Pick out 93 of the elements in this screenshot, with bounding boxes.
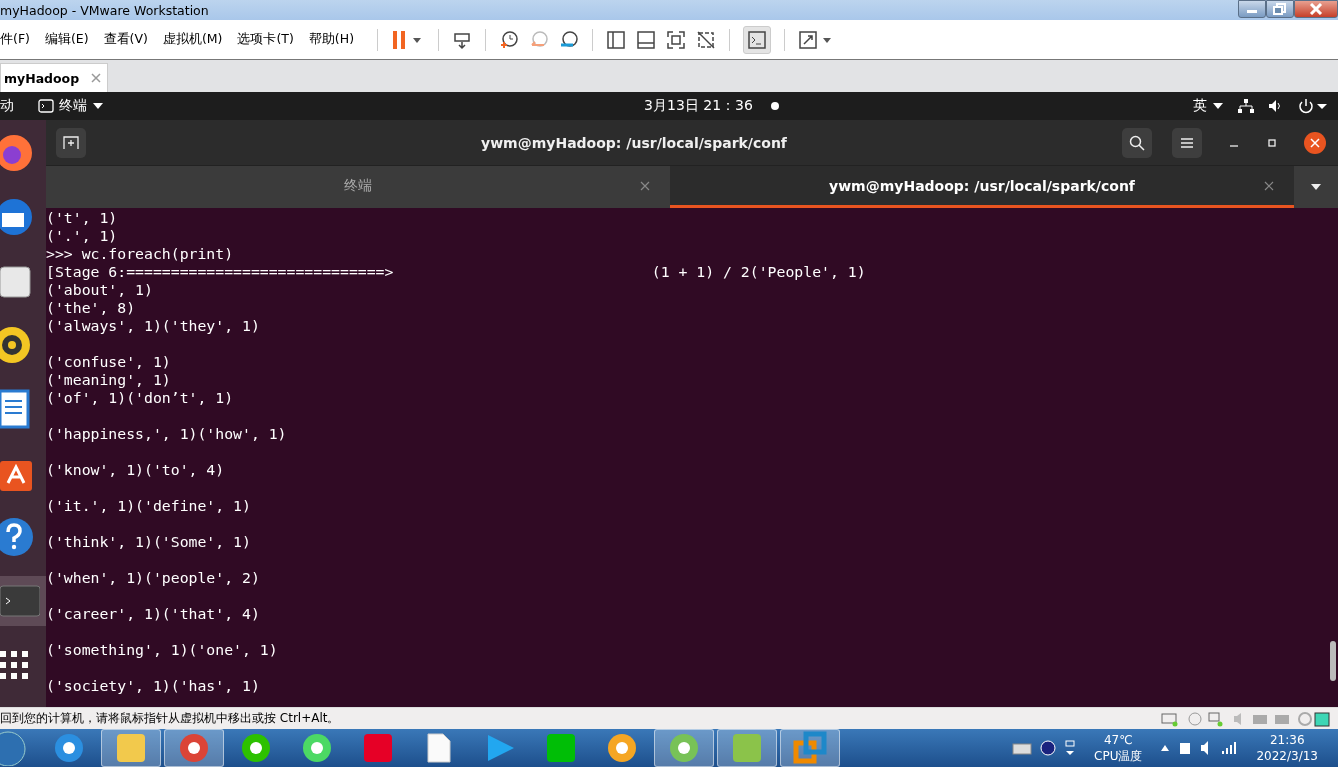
terminal-line: ('always', 1)('they', 1) xyxy=(46,317,261,336)
power-icon[interactable] xyxy=(1298,98,1328,114)
terminal-line: ('think', 1)('Some', 1) xyxy=(46,533,252,552)
search-button[interactable] xyxy=(1122,127,1152,158)
taskbar-app[interactable] xyxy=(164,729,224,767)
search-icon xyxy=(1129,134,1145,151)
app-grid-icon xyxy=(0,651,28,679)
maximize-icon[interactable] xyxy=(1266,136,1278,149)
app-menu[interactable]: 终端 xyxy=(38,97,104,115)
overlapping-squares-icon xyxy=(793,731,827,765)
snapshot-manager-icon[interactable] xyxy=(559,29,579,50)
terminal-line: [Stage 6:=============================> (1 + 1) / 2('People', 1) xyxy=(46,263,867,281)
clock[interactable]: 3月13日 21：36 xyxy=(644,97,753,115)
tab-label: ywm@myHadoop: /usr/local/spark/conf xyxy=(829,177,1135,194)
circle-app-icon xyxy=(240,732,272,764)
terminal-tab[interactable]: ywm@myHadoop: /usr/local/spark/conf xyxy=(670,166,1294,208)
vm-tab[interactable]: myHadoop xyxy=(0,63,109,92)
terminal-line: >>> wc.foreach(print) xyxy=(46,245,235,263)
close-button[interactable] xyxy=(1294,0,1338,18)
scrollbar-thumb[interactable] xyxy=(1330,641,1336,681)
circle-app-icon xyxy=(301,732,333,764)
taskbar-time[interactable]: 21:36 xyxy=(1269,732,1305,748)
file-icon xyxy=(427,733,451,763)
snapshot-icon[interactable] xyxy=(499,29,519,50)
close-tab-icon[interactable] xyxy=(640,180,650,191)
terminal-line: ('something', 1)('one', 1) xyxy=(46,641,279,660)
unity-icon[interactable] xyxy=(696,29,716,50)
window-title: myHadoop - VMware Workstation xyxy=(0,2,209,18)
menu-item[interactable]: 选项卡(T) xyxy=(237,31,300,48)
network-icon[interactable] xyxy=(1238,99,1254,113)
menu-item[interactable]: 查看(V) xyxy=(103,31,154,48)
terminal-line: ('confuse', 1) xyxy=(46,353,172,371)
menu-item[interactable]: 帮助(H) xyxy=(308,31,360,48)
terminal-line: ('career', 1)('that', 4) xyxy=(46,605,261,624)
menu-icon xyxy=(1180,136,1194,149)
close-tab-icon[interactable] xyxy=(1264,180,1274,191)
sidebar-icon[interactable] xyxy=(606,29,626,50)
keyboard-icon[interactable] xyxy=(1012,741,1033,755)
device-status-icons[interactable] xyxy=(1160,710,1330,727)
taskbar-app[interactable] xyxy=(654,729,714,767)
console-icon[interactable] xyxy=(743,25,771,54)
close-icon xyxy=(1309,3,1323,15)
restore-button[interactable] xyxy=(1266,0,1294,18)
circle-app-icon xyxy=(606,732,638,764)
terminal-line: ('society', 1)('has', 1) xyxy=(46,677,261,695)
terminal-title: ywm@myHadoop: /usr/local/spark/conf xyxy=(480,134,788,151)
cpu-temperature: 47℃ xyxy=(1103,732,1133,748)
terminal-tab[interactable]: 终端 xyxy=(46,166,670,208)
app-tile-icon xyxy=(732,733,762,763)
app-tile-icon xyxy=(546,733,576,763)
terminal-icon xyxy=(0,584,40,618)
app-tile-icon xyxy=(363,733,393,763)
fullscreen-icon[interactable] xyxy=(666,29,686,50)
signal-icon[interactable] xyxy=(1222,741,1239,755)
new-tab-icon xyxy=(63,135,79,150)
circle-app-icon xyxy=(53,732,85,764)
stretch-icon[interactable] xyxy=(798,29,834,50)
terminal-line: ('of', 1)('don’t', 1) xyxy=(46,389,235,408)
caret-icon xyxy=(1212,102,1224,110)
circle-app-icon xyxy=(178,732,210,764)
status-message: 回到您的计算机，请将鼠标指针从虚拟机中移出或按 Ctrl+Alt。 xyxy=(0,710,340,727)
terminal-line: ('meaning', 1) xyxy=(46,371,172,389)
tab-list-icon[interactable] xyxy=(1310,183,1322,191)
minimize-button[interactable] xyxy=(1238,0,1266,18)
new-tab-button[interactable] xyxy=(56,127,86,158)
caret-icon xyxy=(92,102,104,110)
notification-dot-icon xyxy=(770,102,779,110)
menu-button[interactable] xyxy=(1172,127,1202,158)
restore-icon xyxy=(1273,3,1287,15)
close-tab-icon[interactable] xyxy=(91,73,102,83)
close-icon[interactable] xyxy=(1304,131,1326,154)
menu-item[interactable]: 件(F) xyxy=(0,31,36,48)
terminal-line: ('.', 1) xyxy=(46,227,119,245)
app-tile-icon xyxy=(116,733,146,763)
terminal-icon xyxy=(38,99,54,113)
terminal-line: ('when', 1)('people', 2) xyxy=(46,569,261,588)
menu-item[interactable]: 编辑(E) xyxy=(44,31,95,48)
menu-item[interactable]: 虚拟机(M) xyxy=(162,31,229,48)
cpu-temperature-label: CPU温度 xyxy=(1094,748,1143,764)
terminal-line: ('the', 8) xyxy=(46,299,137,317)
circle-app-icon xyxy=(668,732,700,764)
terminal-line: ('t', 1) xyxy=(46,209,119,227)
input-method-menu[interactable]: 英 xyxy=(1193,97,1224,115)
show-hidden-icons[interactable] xyxy=(1160,744,1171,752)
bottom-panel-icon[interactable] xyxy=(636,29,656,50)
terminal-line: ('happiness,', 1)('how', 1) xyxy=(46,425,288,444)
tab-label: 终端 xyxy=(344,176,372,195)
terminal-line: ('know', 1)('to', 4) xyxy=(46,461,226,480)
activities-button[interactable]: 动 xyxy=(0,97,14,115)
terminal-line: ('about', 1) xyxy=(46,281,154,299)
terminal-line: ('it.', 1)('define', 1) xyxy=(46,497,252,516)
taskbar-date[interactable]: 2022/3/13 xyxy=(1256,748,1318,764)
help-icon[interactable] xyxy=(1040,740,1057,756)
